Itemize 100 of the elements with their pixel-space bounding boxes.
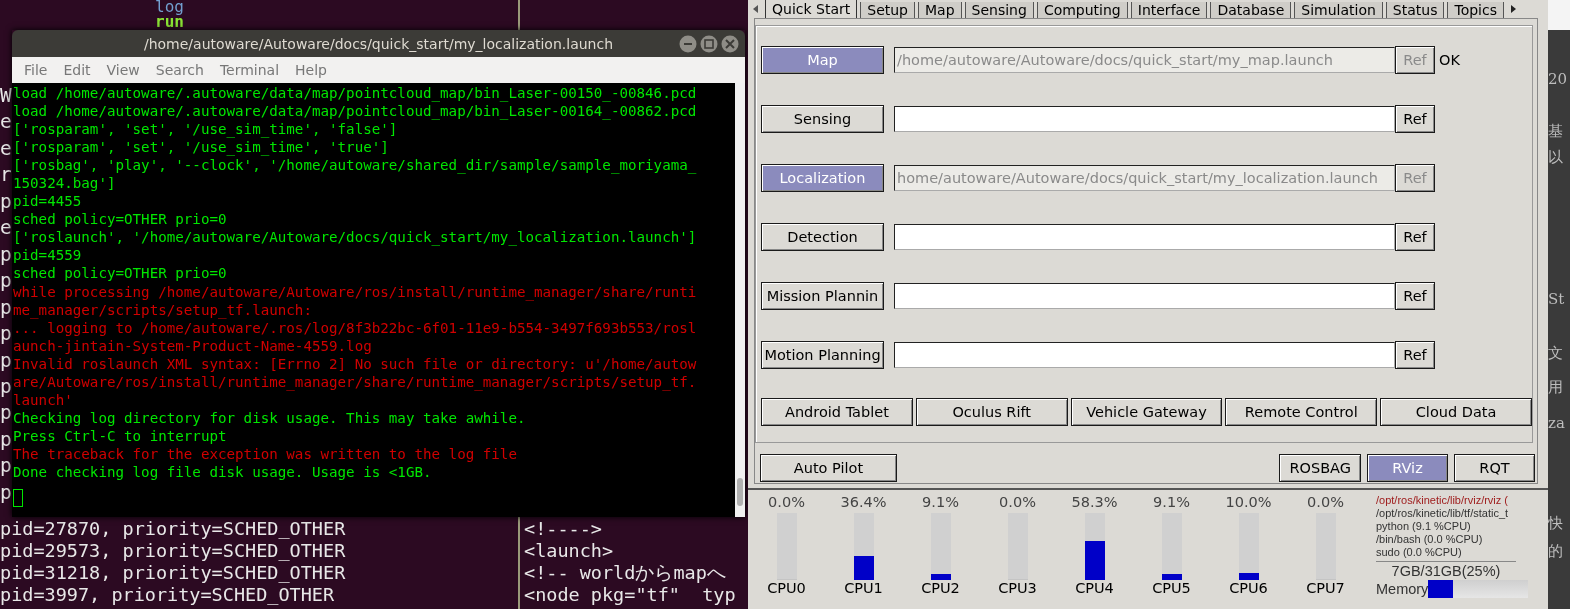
menu-item[interactable]: Help <box>287 62 335 78</box>
terminal-line: Press Ctrl-C to interrupt <box>13 426 227 445</box>
cpu-label: CPU5 <box>1152 580 1191 596</box>
cpu-percent: 36.4% <box>840 494 887 510</box>
ref-button[interactable]: Ref <box>1395 341 1435 369</box>
process-line: /opt/ros/kinetic/lib/rviz/rviz ( <box>1376 494 1510 507</box>
launch-button[interactable]: Motion Planning <box>761 341 884 369</box>
cpu-percent: 0.0% <box>999 494 1036 510</box>
launch-button[interactable]: Mission Plannin <box>761 282 884 310</box>
terminal-text: p <box>0 375 12 398</box>
tab[interactable]: Computing <box>1036 2 1128 18</box>
memory-reading: 7GB/31GB(25%) <box>1390 563 1502 580</box>
tool-button[interactable]: Oculus Rift <box>915 398 1068 426</box>
tool-button[interactable]: Vehicle Gateway <box>1070 398 1223 426</box>
cpu-label: CPU3 <box>998 580 1037 596</box>
launch-button[interactable]: Sensing <box>761 105 884 133</box>
path-field[interactable] <box>894 283 1395 309</box>
memory-label: Memory <box>1376 582 1429 596</box>
terminal-text: e <box>0 216 12 240</box>
terminal-text: p <box>0 189 12 213</box>
terminal-text: p <box>0 295 12 319</box>
tool-button[interactable]: Android Tablet <box>761 398 913 426</box>
code-line: <launch> <box>524 540 615 562</box>
path-field[interactable] <box>894 224 1395 250</box>
terminal-line: pid=27870, priority=SCHED_OTHER <box>0 518 346 540</box>
ref-button[interactable]: Ref <box>1395 105 1435 133</box>
ref-button[interactable]: Ref <box>1395 223 1435 251</box>
menu-item[interactable]: Terminal <box>211 62 288 78</box>
page-text: za <box>1548 414 1566 432</box>
terminal-text: p <box>0 454 12 478</box>
cpu-percent: 0.0% <box>1307 494 1344 510</box>
tool-button[interactable]: Cloud Data <box>1380 398 1532 426</box>
page-text: 以 <box>1548 148 1564 166</box>
code-line: <!----> <box>524 518 603 540</box>
terminal-line: pid=4455 <box>13 192 82 211</box>
terminal-line: ['rosbag', 'play', '--clock', '/home/autoware/shared_dir/sample/sample_moriyama_ <box>13 156 697 175</box>
path-field[interactable] <box>894 106 1395 132</box>
tool-button[interactable]: Remote Control <box>1225 398 1378 426</box>
terminal-line: pid=29573, priority=SCHED_OTHER <box>0 540 346 562</box>
terminal-text: p <box>0 322 12 346</box>
terminal-line: are/Autoware/ros/install/runtime_manager/share/runtime_manager/scripts/setup_tf. <box>13 372 697 391</box>
terminal-line: pid=4559 <box>13 246 82 265</box>
terminal-line: Done checking log file disk usage. Usage is <1GB. <box>13 463 432 482</box>
tab[interactable]: Quick Start <box>765 0 858 18</box>
terminal-line: ['roslaunch', '/home/autoware/Autoware/docs/quick_start/my_localization.launch'] <box>13 228 697 247</box>
terminal-line: ['rosparam', 'set', '/use_sim_time', 'false'] <box>13 120 398 139</box>
terminal-line: ... logging to /home/autoware/.ros/log/8f3b22bc-6f01-11e9-b554-3497f693b553/rosl <box>13 319 697 337</box>
tool-button[interactable]: ROSBAG <box>1279 454 1361 483</box>
cpu-percent: 0.0% <box>768 494 805 510</box>
page-text: 用 <box>1548 378 1564 396</box>
cpu-percent: 10.0% <box>1225 494 1272 510</box>
tab[interactable]: Database <box>1210 2 1292 18</box>
page-text: 的 <box>1548 542 1564 560</box>
terminal-line: 150324.bag'] <box>13 174 116 193</box>
terminal-text: e <box>0 110 12 134</box>
menu-item[interactable]: Edit <box>55 62 99 78</box>
tab[interactable]: Sensing <box>964 2 1034 18</box>
cpu-percent: 9.1% <box>922 494 959 510</box>
menu-item[interactable]: View <box>98 62 148 78</box>
cpu-label: CPU1 <box>844 580 883 596</box>
terminal-line: sched policy=OTHER prio=0 <box>13 264 227 283</box>
terminal-line: pid=31218, priority=SCHED_OTHER <box>0 562 346 584</box>
code-line: <!-- worldからmapへ <box>524 562 727 584</box>
tab[interactable]: Simulation <box>1294 2 1383 18</box>
terminal-text: log <box>155 0 184 14</box>
terminal-line: Invalid roslaunch XML syntax: [Errno 2] No such file or directory: u'/home/autow <box>13 354 697 373</box>
tab[interactable]: Map <box>918 2 962 18</box>
terminal-line: load /home/autoware/.autoware/data/map/pointcloud_map/bin_Laser-00164_-00862.pcd <box>13 102 697 121</box>
menu-item[interactable]: Search <box>147 62 212 78</box>
terminal-line: load /home/autoware/.autoware/data/map/pointcloud_map/bin_Laser-00150_-00846.pcd <box>13 84 697 103</box>
cpu-label: CPU0 <box>767 580 806 596</box>
window-title: /home/autoware/Autoware/docs/quick_start/my_localization.launch <box>143 35 614 52</box>
menu-item[interactable]: File <box>16 62 56 78</box>
tool-button[interactable]: RQT <box>1454 454 1535 483</box>
auto-pilot-button[interactable]: Auto Pilot <box>760 454 897 483</box>
launch-button[interactable]: Detection <box>761 223 884 251</box>
close-icon[interactable] <box>721 35 739 53</box>
minimize-icon[interactable] <box>679 35 697 53</box>
ref-button[interactable]: Ref <box>1395 282 1435 310</box>
maximize-icon[interactable] <box>700 35 718 53</box>
status-text: OK <box>1439 52 1460 68</box>
text-cursor <box>13 489 23 508</box>
terminal-line: The traceback for the exception was written to the log file <box>13 444 517 463</box>
scrollbar[interactable] <box>735 83 745 517</box>
tab[interactable]: Interface <box>1130 2 1208 18</box>
path-field[interactable] <box>894 342 1395 368</box>
terminal-text: run <box>155 14 184 29</box>
page-text: 快 <box>1548 514 1564 532</box>
terminal-line: sched policy=OTHER prio=0 <box>13 210 227 229</box>
tab[interactable]: Status <box>1385 2 1445 18</box>
cpu-label: CPU6 <box>1229 580 1268 596</box>
terminal-line: aunch-jintain-System-Product-Name-4559.log <box>13 336 372 355</box>
terminal-text: p <box>0 480 12 504</box>
cpu-percent: 9.1% <box>1153 494 1190 510</box>
page-text: 文 <box>1548 344 1564 362</box>
tab[interactable]: Setup <box>860 2 915 18</box>
scrollbar-thumb[interactable] <box>737 478 743 506</box>
terminal-text: p <box>0 242 12 266</box>
tab[interactable]: Topics <box>1447 2 1504 18</box>
terminal-text: p <box>0 348 12 372</box>
